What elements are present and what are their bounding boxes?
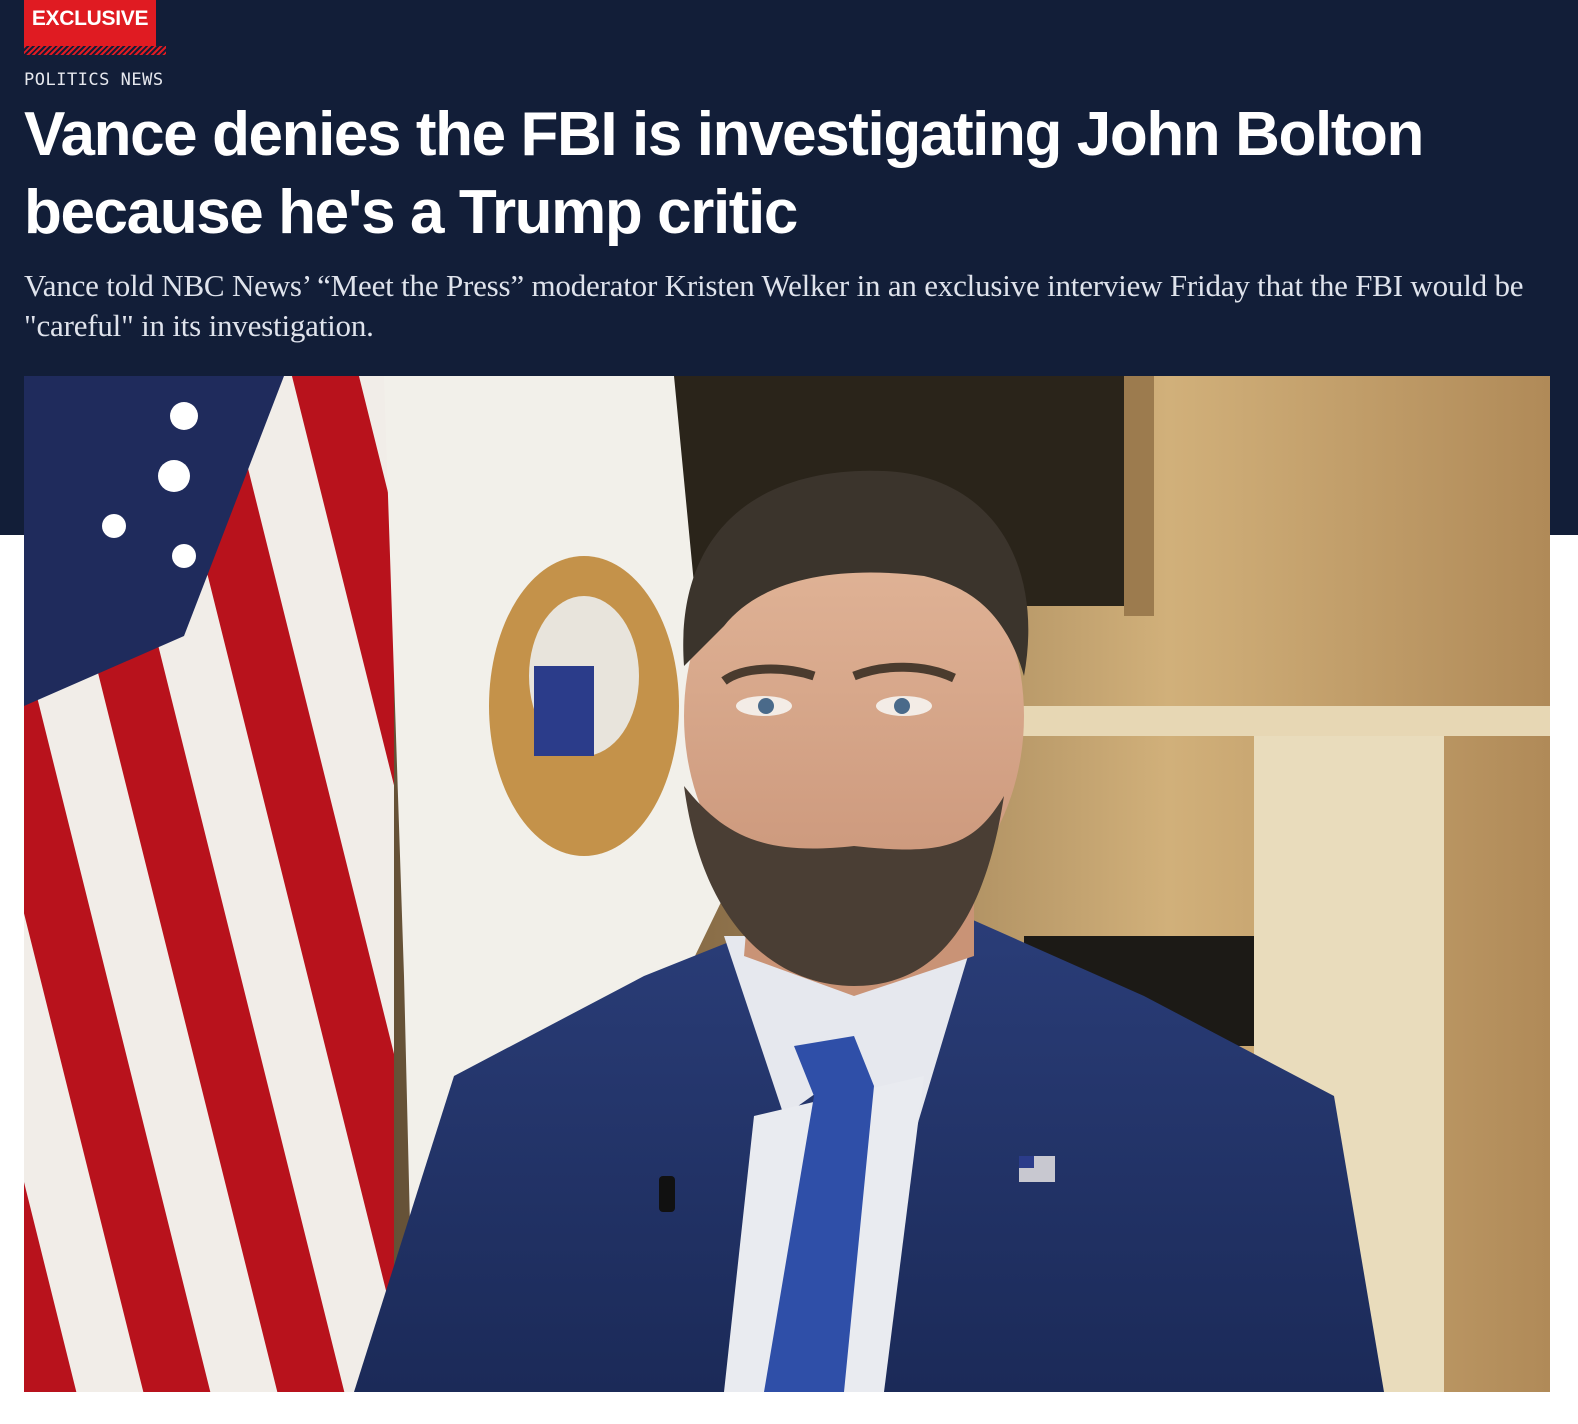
article-page: EXCLUSIVE POLITICS NEWS Vance denies the… (0, 0, 1578, 1424)
article-headline: Vance denies the FBI is investigating Jo… (24, 100, 1424, 247)
hero-photo-illustration (24, 376, 1550, 1392)
exclusive-badge: EXCLUSIVE (24, 0, 166, 55)
section-link-politics-news[interactable]: POLITICS NEWS (24, 70, 164, 90)
hero-photo (24, 376, 1550, 1392)
article-dek: Vance told NBC News’ “Meet the Press” mo… (24, 268, 1524, 343)
